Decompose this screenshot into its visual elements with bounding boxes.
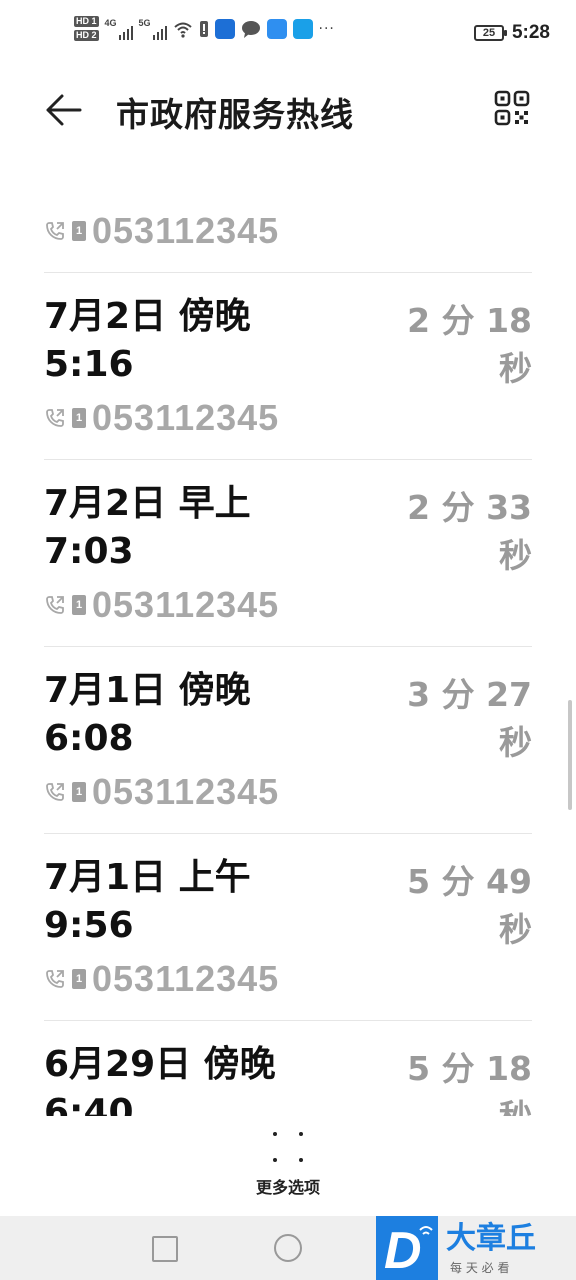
status-bar: HD 1 HD 2 4G 5G ··· 25 5:28 (0, 0, 576, 70)
call-record-item[interactable]: 7月1日 傍晚 6:08 3 分 27 秒 1 053112345 (44, 647, 532, 834)
app-header: 市政府服务热线 (0, 70, 576, 150)
signal-4g-icon: 4G (105, 18, 133, 40)
watermark-logo: D 大章丘 每 天 必 看 (376, 1216, 536, 1280)
call-record-list-inner: 秒 1 053112345 7月2日 傍晚 5:16 2 分 18 秒 1 05… (0, 150, 576, 1116)
cloud-app-icon (214, 18, 235, 39)
hd1-badge: HD 1 (74, 16, 99, 27)
call-record-item[interactable]: 7月1日 上午 9:56 5 分 49 秒 1 053112345 (44, 834, 532, 1021)
weather-app-icon (266, 18, 287, 39)
call-record-item[interactable]: 秒 1 053112345 (44, 150, 532, 273)
svg-text:D: D (384, 1222, 422, 1280)
record-date: 7月1日 傍晚 (44, 670, 251, 711)
record-datetime: 6月29日 傍晚 6:40 (44, 1041, 344, 1116)
page-title: 市政府服务热线 (116, 95, 354, 134)
record-phone-number: 053112345 (92, 210, 280, 251)
record-time: 6:08 (44, 718, 134, 759)
record-duration-unit: 秒 (382, 150, 532, 158)
clock: 5:28 (511, 22, 550, 43)
record-datetime: 7月2日 傍晚 5:16 (44, 293, 344, 389)
record-phone-number: 053112345 (92, 397, 280, 438)
status-left: HD 1 HD 2 4G 5G ··· (74, 16, 335, 41)
call-record-item[interactable]: 6月29日 傍晚 6:40 5 分 18 秒 1 053112345 (44, 1021, 532, 1116)
record-time: 9:56 (44, 905, 134, 946)
call-record-item[interactable]: 7月2日 早上 7:03 2 分 33 秒 1 053112345 (44, 460, 532, 647)
sim-card-icon: 1 (72, 595, 86, 615)
record-date: 7月1日 上午 (44, 857, 251, 898)
record-duration: 2 分 33 秒 (382, 484, 532, 580)
call-record-item[interactable]: 7月2日 傍晚 5:16 2 分 18 秒 1 053112345 (44, 273, 532, 460)
svg-text:大章丘: 大章丘 (446, 1221, 536, 1256)
record-duration-unit: 秒 (382, 1093, 532, 1116)
record-duration: 秒 (382, 150, 532, 158)
record-duration-main: 5 分 18 (407, 1049, 532, 1088)
record-datetime: 7月1日 傍晚 6:08 (44, 667, 344, 763)
signal-4g-label: 4G (104, 17, 117, 28)
record-date: 7月2日 傍晚 (44, 296, 251, 337)
svg-text:每 天 必 看: 每 天 必 看 (450, 1260, 509, 1275)
record-time: 5:16 (44, 344, 134, 385)
record-meta: 1 053112345 (44, 958, 279, 1000)
sim-card-icon: 1 (72, 782, 86, 802)
more-notifications-icon: ··· (318, 20, 335, 37)
record-meta: 1 053112345 (44, 771, 279, 813)
record-meta: 1 053112345 (44, 584, 279, 626)
call-outgoing-icon (46, 970, 64, 988)
record-duration-unit: 秒 (499, 349, 532, 388)
alert-icon (199, 20, 208, 37)
search-app-icon (292, 18, 313, 39)
record-duration-main: 5 分 49 (407, 862, 532, 901)
record-duration-unit: 秒 (499, 910, 532, 949)
record-duration: 3 分 27 秒 (382, 671, 532, 767)
record-time: 7:03 (44, 531, 134, 572)
signal-5g-label: 5G (138, 17, 151, 28)
record-duration-main: 2 分 33 (407, 488, 532, 527)
recent-apps-button[interactable] (152, 1236, 178, 1262)
sim-card-icon: 1 (72, 969, 86, 989)
scrollbar[interactable] (568, 700, 572, 810)
qr-code-icon[interactable] (494, 90, 530, 126)
more-dots-icon (273, 1132, 303, 1162)
hd2-badge: HD 2 (74, 30, 99, 41)
record-datetime: 7月1日 上午 9:56 (44, 854, 344, 950)
record-phone-number: 053112345 (92, 584, 280, 625)
record-meta: 1 053112345 (44, 210, 279, 252)
record-duration-main: 3 分 27 (407, 675, 532, 714)
call-record-list[interactable]: 秒 1 053112345 7月2日 傍晚 5:16 2 分 18 秒 1 05… (0, 150, 576, 1116)
more-options-button[interactable]: 更多选项 (238, 1132, 338, 1204)
battery-icon: 25 (473, 25, 507, 41)
home-button[interactable] (274, 1234, 302, 1262)
sim-card-icon: 1 (72, 221, 86, 241)
record-phone-number: 053112345 (92, 771, 280, 812)
record-duration-main: 2 分 18 (407, 301, 532, 340)
call-outgoing-icon (46, 596, 64, 614)
more-options-label: 更多选项 (255, 1178, 320, 1197)
call-outgoing-icon (46, 409, 64, 427)
record-time: 6:40 (44, 1092, 134, 1116)
signal-5g-icon: 5G (139, 18, 167, 40)
record-date: 7月2日 早上 (44, 483, 251, 524)
record-date: 6月29日 傍晚 (44, 1044, 276, 1085)
sim-card-icon: 1 (72, 408, 86, 428)
record-phone-number: 053112345 (92, 958, 280, 999)
call-outgoing-icon (46, 222, 64, 240)
message-icon (241, 20, 260, 38)
record-datetime: 7月2日 早上 7:03 (44, 480, 344, 576)
record-duration-unit: 秒 (499, 723, 532, 762)
record-duration: 2 分 18 秒 (382, 297, 532, 393)
arrow-left-icon[interactable] (40, 88, 88, 132)
call-outgoing-icon (46, 783, 64, 801)
record-duration: 5 分 49 秒 (382, 858, 532, 954)
record-duration-unit: 秒 (499, 536, 532, 575)
record-duration: 5 分 18 秒 (382, 1045, 532, 1116)
wifi-icon (173, 22, 192, 38)
status-right: 25 5:28 (473, 22, 550, 44)
record-meta: 1 053112345 (44, 397, 279, 439)
hd-indicators: HD 1 HD 2 (74, 16, 99, 41)
